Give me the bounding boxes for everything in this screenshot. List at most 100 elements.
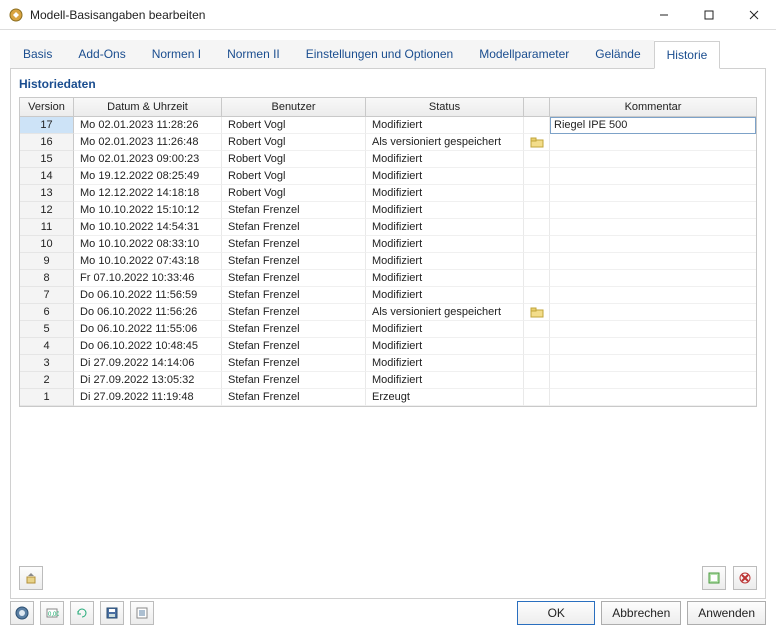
cell-version[interactable]: 14 <box>20 168 74 185</box>
help-button[interactable] <box>10 601 34 625</box>
table-row[interactable]: 12Mo 10.10.2022 15:10:12Stefan FrenzelMo… <box>20 202 756 219</box>
col-header-user[interactable]: Benutzer <box>222 98 366 116</box>
cell-status[interactable]: Modifiziert <box>366 287 524 304</box>
cell-user[interactable]: Robert Vogl <box>222 185 366 202</box>
cell-date[interactable]: Fr 07.10.2022 10:33:46 <box>74 270 222 287</box>
tab-basis[interactable]: Basis <box>10 40 65 68</box>
cell-date[interactable]: Do 06.10.2022 11:56:26 <box>74 304 222 321</box>
tab-einstellungen-und-optionen[interactable]: Einstellungen und Optionen <box>293 40 466 68</box>
cell-user[interactable]: Robert Vogl <box>222 134 366 151</box>
ok-button[interactable]: OK <box>517 601 595 625</box>
cell-status[interactable]: Modifiziert <box>366 219 524 236</box>
table-row[interactable]: 6Do 06.10.2022 11:56:26Stefan FrenzelAls… <box>20 304 756 321</box>
table-row[interactable]: 16Mo 02.01.2023 11:26:48Robert VoglAls v… <box>20 134 756 151</box>
cell-status[interactable]: Modifiziert <box>366 185 524 202</box>
cell-save-icon[interactable] <box>524 304 550 321</box>
maximize-button[interactable] <box>686 0 731 30</box>
cell-date[interactable]: Mo 10.10.2022 15:10:12 <box>74 202 222 219</box>
cell-version[interactable]: 16 <box>20 134 74 151</box>
cell-version[interactable]: 3 <box>20 355 74 372</box>
cell-comment[interactable]: Riegel IPE 500 <box>550 117 756 134</box>
cell-version[interactable]: 7 <box>20 287 74 304</box>
cell-status[interactable]: Modifiziert <box>366 168 524 185</box>
cell-comment[interactable] <box>550 321 756 338</box>
cell-status[interactable]: Als versioniert gespeichert <box>366 304 524 321</box>
cell-user[interactable]: Stefan Frenzel <box>222 219 366 236</box>
table-row[interactable]: 17Mo 02.01.2023 11:28:26Robert VoglModif… <box>20 117 756 134</box>
cell-version[interactable]: 15 <box>20 151 74 168</box>
col-header-status[interactable]: Status <box>366 98 524 116</box>
col-header-icon[interactable] <box>524 98 550 116</box>
col-header-version[interactable]: Version <box>20 98 74 116</box>
cell-comment[interactable] <box>550 372 756 389</box>
cell-version[interactable]: 12 <box>20 202 74 219</box>
cell-date[interactable]: Mo 10.10.2022 07:43:18 <box>74 253 222 270</box>
table-row[interactable]: 15Mo 02.01.2023 09:00:23Robert VoglModif… <box>20 151 756 168</box>
cell-user[interactable]: Stefan Frenzel <box>222 389 366 406</box>
cell-comment[interactable] <box>550 219 756 236</box>
table-row[interactable]: 5Do 06.10.2022 11:55:06Stefan FrenzelMod… <box>20 321 756 338</box>
cell-comment[interactable] <box>550 185 756 202</box>
cell-user[interactable]: Stefan Frenzel <box>222 372 366 389</box>
cell-status[interactable]: Erzeugt <box>366 389 524 406</box>
cell-date[interactable]: Mo 10.10.2022 08:33:10 <box>74 236 222 253</box>
cell-comment[interactable] <box>550 304 756 321</box>
cell-comment[interactable] <box>550 253 756 270</box>
save-settings-button[interactable] <box>100 601 124 625</box>
tab-add-ons[interactable]: Add-Ons <box>65 40 138 68</box>
table-row[interactable]: 4Do 06.10.2022 10:48:45Stefan FrenzelMod… <box>20 338 756 355</box>
cell-user[interactable]: Robert Vogl <box>222 151 366 168</box>
cell-date[interactable]: Mo 10.10.2022 14:54:31 <box>74 219 222 236</box>
cell-date[interactable]: Mo 12.12.2022 14:18:18 <box>74 185 222 202</box>
cell-comment[interactable] <box>550 355 756 372</box>
cell-status[interactable]: Modifiziert <box>366 236 524 253</box>
cell-version[interactable]: 9 <box>20 253 74 270</box>
col-header-date[interactable]: Datum & Uhrzeit <box>74 98 222 116</box>
tab-modellparameter[interactable]: Modellparameter <box>466 40 582 68</box>
minimize-button[interactable] <box>641 0 686 30</box>
cell-comment[interactable] <box>550 338 756 355</box>
cell-save-icon[interactable] <box>524 134 550 151</box>
cell-user[interactable]: Stefan Frenzel <box>222 287 366 304</box>
cell-version[interactable]: 17 <box>20 117 74 134</box>
table-row[interactable]: 7Do 06.10.2022 11:56:59Stefan FrenzelMod… <box>20 287 756 304</box>
cell-user[interactable]: Robert Vogl <box>222 168 366 185</box>
cell-version[interactable]: 10 <box>20 236 74 253</box>
history-grid[interactable]: Version Datum & Uhrzeit Benutzer Status … <box>19 97 757 407</box>
cell-date[interactable]: Do 06.10.2022 11:55:06 <box>74 321 222 338</box>
cell-version[interactable]: 11 <box>20 219 74 236</box>
cell-date[interactable]: Di 27.09.2022 14:14:06 <box>74 355 222 372</box>
cell-date[interactable]: Mo 02.01.2023 11:28:26 <box>74 117 222 134</box>
cell-date[interactable]: Mo 02.01.2023 11:26:48 <box>74 134 222 151</box>
cell-user[interactable]: Stefan Frenzel <box>222 253 366 270</box>
cell-comment[interactable] <box>550 236 756 253</box>
cell-status[interactable]: Modifiziert <box>366 321 524 338</box>
apply-button[interactable]: Anwenden <box>687 601 766 625</box>
cell-user[interactable]: Robert Vogl <box>222 117 366 134</box>
delete-button[interactable] <box>733 566 757 590</box>
restore-version-button[interactable] <box>19 566 43 590</box>
cell-comment[interactable] <box>550 151 756 168</box>
settings-list-button[interactable] <box>130 601 154 625</box>
cell-date[interactable]: Di 27.09.2022 11:19:48 <box>74 389 222 406</box>
table-row[interactable]: 2Di 27.09.2022 13:05:32Stefan FrenzelMod… <box>20 372 756 389</box>
cell-user[interactable]: Stefan Frenzel <box>222 304 366 321</box>
cell-comment[interactable] <box>550 287 756 304</box>
tab-gelände[interactable]: Gelände <box>582 40 653 68</box>
cell-date[interactable]: Do 06.10.2022 10:48:45 <box>74 338 222 355</box>
col-header-comment[interactable]: Kommentar <box>550 98 756 116</box>
cell-comment[interactable] <box>550 168 756 185</box>
table-row[interactable]: 9Mo 10.10.2022 07:43:18Stefan FrenzelMod… <box>20 253 756 270</box>
cell-version[interactable]: 2 <box>20 372 74 389</box>
cell-comment[interactable] <box>550 270 756 287</box>
cell-version[interactable]: 1 <box>20 389 74 406</box>
table-row[interactable]: 14Mo 19.12.2022 08:25:49Robert VoglModif… <box>20 168 756 185</box>
cell-comment[interactable] <box>550 202 756 219</box>
tab-historie[interactable]: Historie <box>654 41 721 69</box>
cell-user[interactable]: Stefan Frenzel <box>222 270 366 287</box>
cell-version[interactable]: 5 <box>20 321 74 338</box>
cell-comment[interactable] <box>550 134 756 151</box>
cell-user[interactable]: Stefan Frenzel <box>222 355 366 372</box>
cell-status[interactable]: Modifiziert <box>366 117 524 134</box>
cell-status[interactable]: Modifiziert <box>366 338 524 355</box>
